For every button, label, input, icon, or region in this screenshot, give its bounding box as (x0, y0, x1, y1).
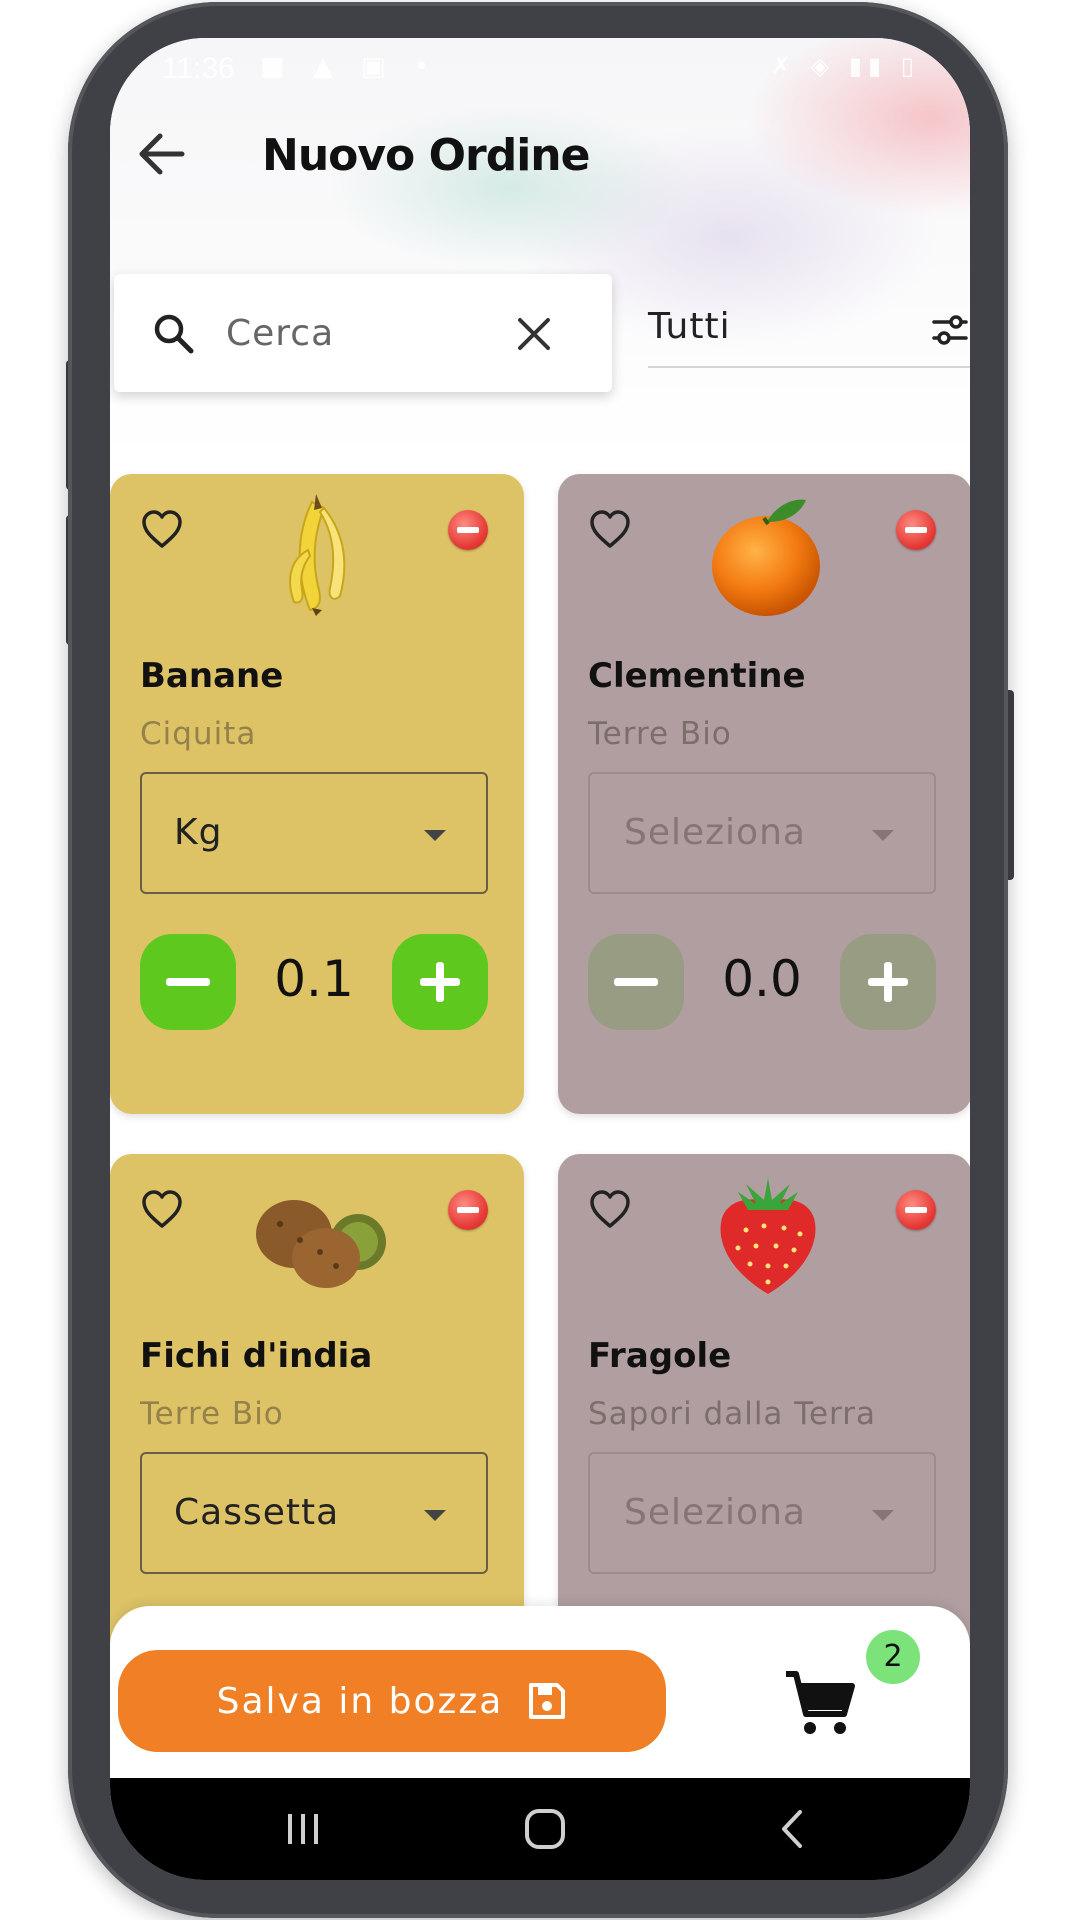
product-brand: Ciquita (140, 716, 257, 752)
cart-count-badge: 2 (866, 1630, 920, 1684)
search-box[interactable] (114, 274, 612, 392)
decrease-quantity-button[interactable] (588, 934, 684, 1030)
system-status-icons: ✗ ◈ ▮▮ ▯ (770, 52, 920, 80)
product-card-fragole: Fragole Sapori dalla Terra Seleziona (558, 1154, 970, 1644)
remove-product-icon[interactable] (896, 1190, 936, 1230)
increase-quantity-button[interactable] (392, 934, 488, 1030)
unit-select[interactable]: Seleziona (588, 1452, 936, 1574)
search-input[interactable] (226, 302, 486, 364)
status-bar: 11:36 ■ ▲ ▣ • ✗ ◈ ▮▮ ▯ (150, 50, 930, 90)
caret-down-icon (424, 1510, 446, 1521)
quantity-value: 0.0 (722, 950, 802, 1008)
remove-product-icon[interactable] (896, 510, 936, 550)
filter-selected-value: Tutti (648, 306, 731, 347)
app-screen: 11:36 ■ ▲ ▣ • ✗ ◈ ▮▮ ▯ Nuovo Ordine Tutt… (110, 38, 970, 1880)
caret-down-icon (872, 830, 894, 841)
nav-back-icon[interactable] (768, 1804, 818, 1854)
save-draft-button[interactable]: Salva in bozza (118, 1650, 666, 1752)
close-icon[interactable] (514, 314, 554, 354)
bottom-action-bar: Salva in bozza 2 (110, 1606, 970, 1786)
save-draft-label: Salva in bozza (216, 1680, 504, 1722)
floppy-disk-icon (529, 1683, 566, 1719)
unit-select[interactable]: Seleziona (588, 772, 936, 894)
unit-select[interactable]: Cassetta (140, 1452, 488, 1574)
unit-select-value: Kg (174, 812, 223, 853)
quantity-value: 0.1 (274, 950, 354, 1008)
decrease-quantity-button[interactable] (140, 934, 236, 1030)
favorite-heart-icon[interactable] (588, 1188, 632, 1232)
product-brand: Sapori dalla Terra (588, 1396, 876, 1432)
product-name: Fragole (588, 1336, 732, 1376)
strawberry-icon (720, 1178, 816, 1294)
remove-product-icon[interactable] (448, 1190, 488, 1230)
unit-select[interactable]: Kg (140, 772, 488, 894)
remove-product-icon[interactable] (448, 510, 488, 550)
category-filter-dropdown[interactable]: Tutti (648, 292, 970, 368)
product-name: Banane (140, 656, 284, 696)
status-time: 11:36 (162, 52, 235, 85)
back-arrow-icon[interactable] (132, 124, 192, 184)
unit-select-value: Seleziona (624, 812, 806, 853)
product-brand: Terre Bio (140, 1396, 284, 1432)
caret-down-icon (424, 830, 446, 841)
product-card-banane: Banane Ciquita Kg 0.1 (110, 474, 524, 1114)
product-grid: Banane Ciquita Kg 0.1 Clementine Terre B… (110, 434, 970, 1644)
banana-icon (289, 494, 346, 616)
product-brand: Terre Bio (588, 716, 732, 752)
product-card-clementine: Clementine Terre Bio Seleziona 0.0 (558, 474, 970, 1114)
product-name: Clementine (588, 656, 806, 696)
product-card-fichi-d-india: Fichi d'india Terre Bio Cassetta (110, 1154, 524, 1644)
page-title: Nuovo Ordine (262, 130, 590, 181)
shopping-cart-icon[interactable] (782, 1666, 858, 1742)
favorite-heart-icon[interactable] (588, 508, 632, 552)
favorite-heart-icon[interactable] (140, 1188, 184, 1232)
home-icon[interactable] (520, 1804, 570, 1854)
caret-down-icon (872, 1510, 894, 1521)
favorite-heart-icon[interactable] (140, 508, 184, 552)
increase-quantity-button[interactable] (840, 934, 936, 1030)
recent-apps-icon[interactable] (278, 1804, 328, 1854)
prickly-pear-icon (256, 1200, 386, 1288)
unit-select-value: Cassetta (174, 1492, 340, 1533)
search-icon (154, 314, 194, 354)
tangerine-icon (712, 499, 820, 616)
notification-icons: ■ ▲ ▣ • (260, 52, 440, 82)
unit-select-value: Seleziona (624, 1492, 806, 1533)
header-background (110, 38, 970, 458)
android-navigation-bar (110, 1778, 970, 1880)
product-name: Fichi d'india (140, 1336, 373, 1376)
filter-sliders-icon[interactable] (930, 310, 970, 350)
